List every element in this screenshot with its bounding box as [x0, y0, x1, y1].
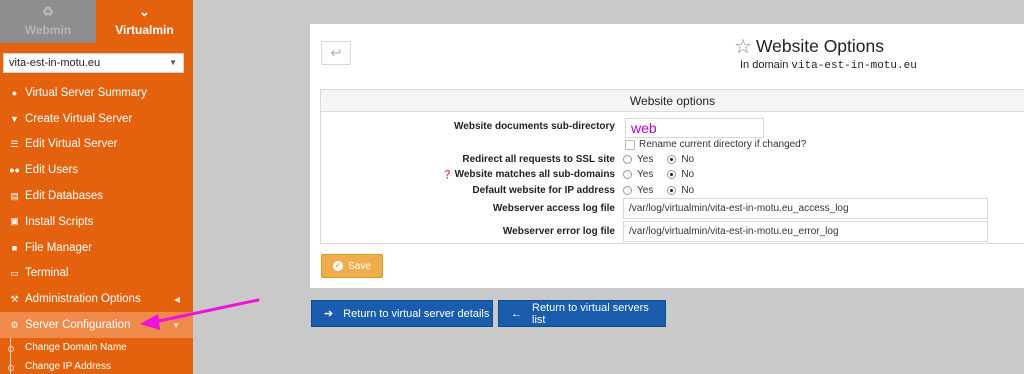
radio-yes-label: Yes	[637, 169, 654, 180]
rename-dir-checkbox-label: Rename current directory if changed?	[639, 139, 807, 150]
radio-button-selected[interactable]	[667, 186, 677, 195]
default-site-yes[interactable]: Yes	[623, 185, 653, 196]
sidebar-item-label: Install Scripts	[25, 215, 94, 228]
annotation-arrow-icon	[140, 298, 260, 330]
star-icon[interactable]: ☆	[734, 34, 752, 59]
subdomains-radio-group: Yes No	[623, 169, 708, 180]
sidebar-item-label: Terminal	[25, 267, 69, 280]
sidebar-item-terminal[interactable]: ▭ Terminal	[0, 261, 193, 287]
radio-yes-label: Yes	[637, 185, 654, 196]
info-icon: ●	[11, 87, 18, 98]
return-to-server-details-button[interactable]: ➔ Return to virtual server details	[311, 300, 493, 327]
tab-webmin[interactable]: ♻ Webmin	[0, 0, 96, 43]
access-log-input[interactable]: /var/log/virtualmin/vita-est-in-motu.eu_…	[623, 198, 988, 219]
help-icon[interactable]: ❓	[443, 170, 453, 179]
rename-dir-checkbox[interactable]	[625, 140, 635, 150]
scripts-icon: ▣	[10, 216, 19, 227]
check-circle-icon: ✓	[333, 261, 344, 271]
domain-select[interactable]: vita-est-in-motu.eu ▼	[3, 53, 184, 73]
radio-button[interactable]	[623, 170, 632, 179]
sliders-icon: ☰	[10, 138, 19, 149]
wrench-icon: ⚒	[10, 293, 19, 304]
subtitle-prefix: In domain	[740, 59, 789, 71]
subdomains-label: ❓ Website matches all sub-domains	[443, 169, 615, 180]
tab-virtualmin-label: Virtualmin	[115, 23, 174, 37]
webmin-logo-icon: ♻	[42, 4, 54, 19]
radio-no-label: No	[681, 169, 695, 180]
sidebar-item-label: Server Configuration	[25, 319, 131, 332]
default-site-label: Default website for IP address	[472, 185, 615, 196]
domain-select-value: vita-est-in-motu.eu	[9, 57, 101, 69]
return-details-label: Return to virtual server details	[343, 307, 490, 320]
radio-button[interactable]	[623, 186, 632, 195]
subdomains-no[interactable]: No	[667, 169, 694, 180]
database-icon: ▤	[10, 190, 19, 201]
sidebar-item-edit-databases[interactable]: ▤ Edit Databases	[0, 183, 193, 209]
return-to-servers-list-button[interactable]: ← Return to virtual servers list	[498, 300, 666, 327]
redirect-ssl-label: Redirect all requests to SSL site	[462, 154, 615, 165]
sidebar-item-label: Administration Options	[25, 293, 141, 306]
radio-button[interactable]	[623, 155, 632, 164]
submenu-item-label: Change Domain Name	[25, 342, 127, 353]
arrow-circle-left-icon: ➔	[324, 308, 334, 320]
radio-no-label: No	[681, 185, 695, 196]
main-panel: ↩ ☆ Website Options In domain vita-est-i…	[310, 24, 1024, 288]
gears-icon: ⚙	[10, 319, 19, 330]
submenu-item-label: Change IP Address	[25, 361, 111, 372]
access-log-label: Webserver access log file	[492, 203, 615, 214]
default-site-radio-group: Yes No	[623, 185, 708, 196]
sidebar-item-create-virtual-server[interactable]: ▼ Create Virtual Server	[0, 106, 193, 132]
error-log-input[interactable]: /var/log/virtualmin/vita-est-in-motu.eu_…	[623, 221, 988, 242]
sidebar-item-label: File Manager	[25, 241, 93, 254]
save-button-label: Save	[348, 260, 371, 272]
redirect-ssl-radio-group: Yes No	[623, 154, 708, 165]
return-arrow-icon: ↩	[330, 45, 342, 60]
radio-yes-label: Yes	[637, 154, 654, 165]
sidebar-item-file-manager[interactable]: ■ File Manager	[0, 235, 193, 261]
users-icon: ●●	[9, 165, 20, 176]
tab-webmin-label: Webmin	[24, 23, 72, 37]
sidebar-item-label: Edit Users	[25, 164, 79, 177]
default-site-no[interactable]: No	[667, 185, 694, 196]
subdomains-label-text: Website matches all sub-domains	[454, 169, 615, 180]
create-icon: ▼	[10, 113, 19, 124]
redirect-ssl-no[interactable]: No	[667, 154, 694, 165]
sidebar-item-label: Edit Virtual Server	[25, 138, 118, 151]
doc-subdir-input[interactable]: web	[625, 118, 764, 138]
terminal-icon: ▭	[10, 267, 19, 278]
folder-icon: ■	[11, 242, 18, 253]
caret-down-icon: ▼	[169, 58, 177, 67]
doc-subdir-label: Website documents sub-directory	[454, 121, 615, 132]
sidebar-item-edit-users[interactable]: ●● Edit Users	[0, 157, 193, 183]
sidebar-item-label: Edit Databases	[25, 190, 103, 203]
back-button[interactable]: ↩	[321, 41, 351, 65]
radio-button-selected[interactable]	[667, 170, 677, 179]
radio-no-label: No	[681, 154, 695, 165]
submenu-server-configuration: Change Domain Name Change IP Address	[0, 338, 193, 374]
website-options-section: Website options Website documents sub-di…	[320, 89, 1024, 244]
tab-virtualmin[interactable]: ⌄ Virtualmin	[96, 0, 193, 43]
page-subtitle: In domain vita-est-in-motu.eu	[740, 59, 917, 72]
chevron-down-icon: ⌄	[139, 4, 150, 19]
radio-button-selected[interactable]	[667, 155, 677, 164]
subtitle-domain: vita-est-in-motu.eu	[791, 60, 917, 72]
sidebar-item-label: Create Virtual Server	[25, 112, 133, 125]
arrow-left-icon: ←	[511, 307, 522, 320]
sidebar-item-label: Virtual Server Summary	[25, 86, 147, 99]
sidebar-item-virtual-server-summary[interactable]: ● Virtual Server Summary	[0, 80, 193, 106]
error-log-label: Webserver error log file	[502, 226, 615, 237]
page-title-text: Website Options	[755, 36, 885, 56]
return-list-label: Return to virtual servers list	[532, 301, 649, 326]
submenu-item-change-domain-name[interactable]: Change Domain Name	[0, 338, 193, 357]
sidebar-item-edit-virtual-server[interactable]: ☰ Edit Virtual Server	[0, 132, 193, 158]
sidebar-item-install-scripts[interactable]: ▣ Install Scripts	[0, 209, 193, 235]
section-header: Website options	[321, 90, 1024, 112]
subdomains-yes[interactable]: Yes	[623, 169, 653, 180]
save-button[interactable]: ✓ Save	[321, 254, 383, 278]
submenu-item-change-ip-address[interactable]: Change IP Address	[0, 357, 193, 374]
redirect-ssl-yes[interactable]: Yes	[623, 154, 653, 165]
sidebar-tabs: ♻ Webmin ⌄ Virtualmin	[0, 0, 193, 43]
page-title: ☆ Website Options	[734, 34, 884, 59]
